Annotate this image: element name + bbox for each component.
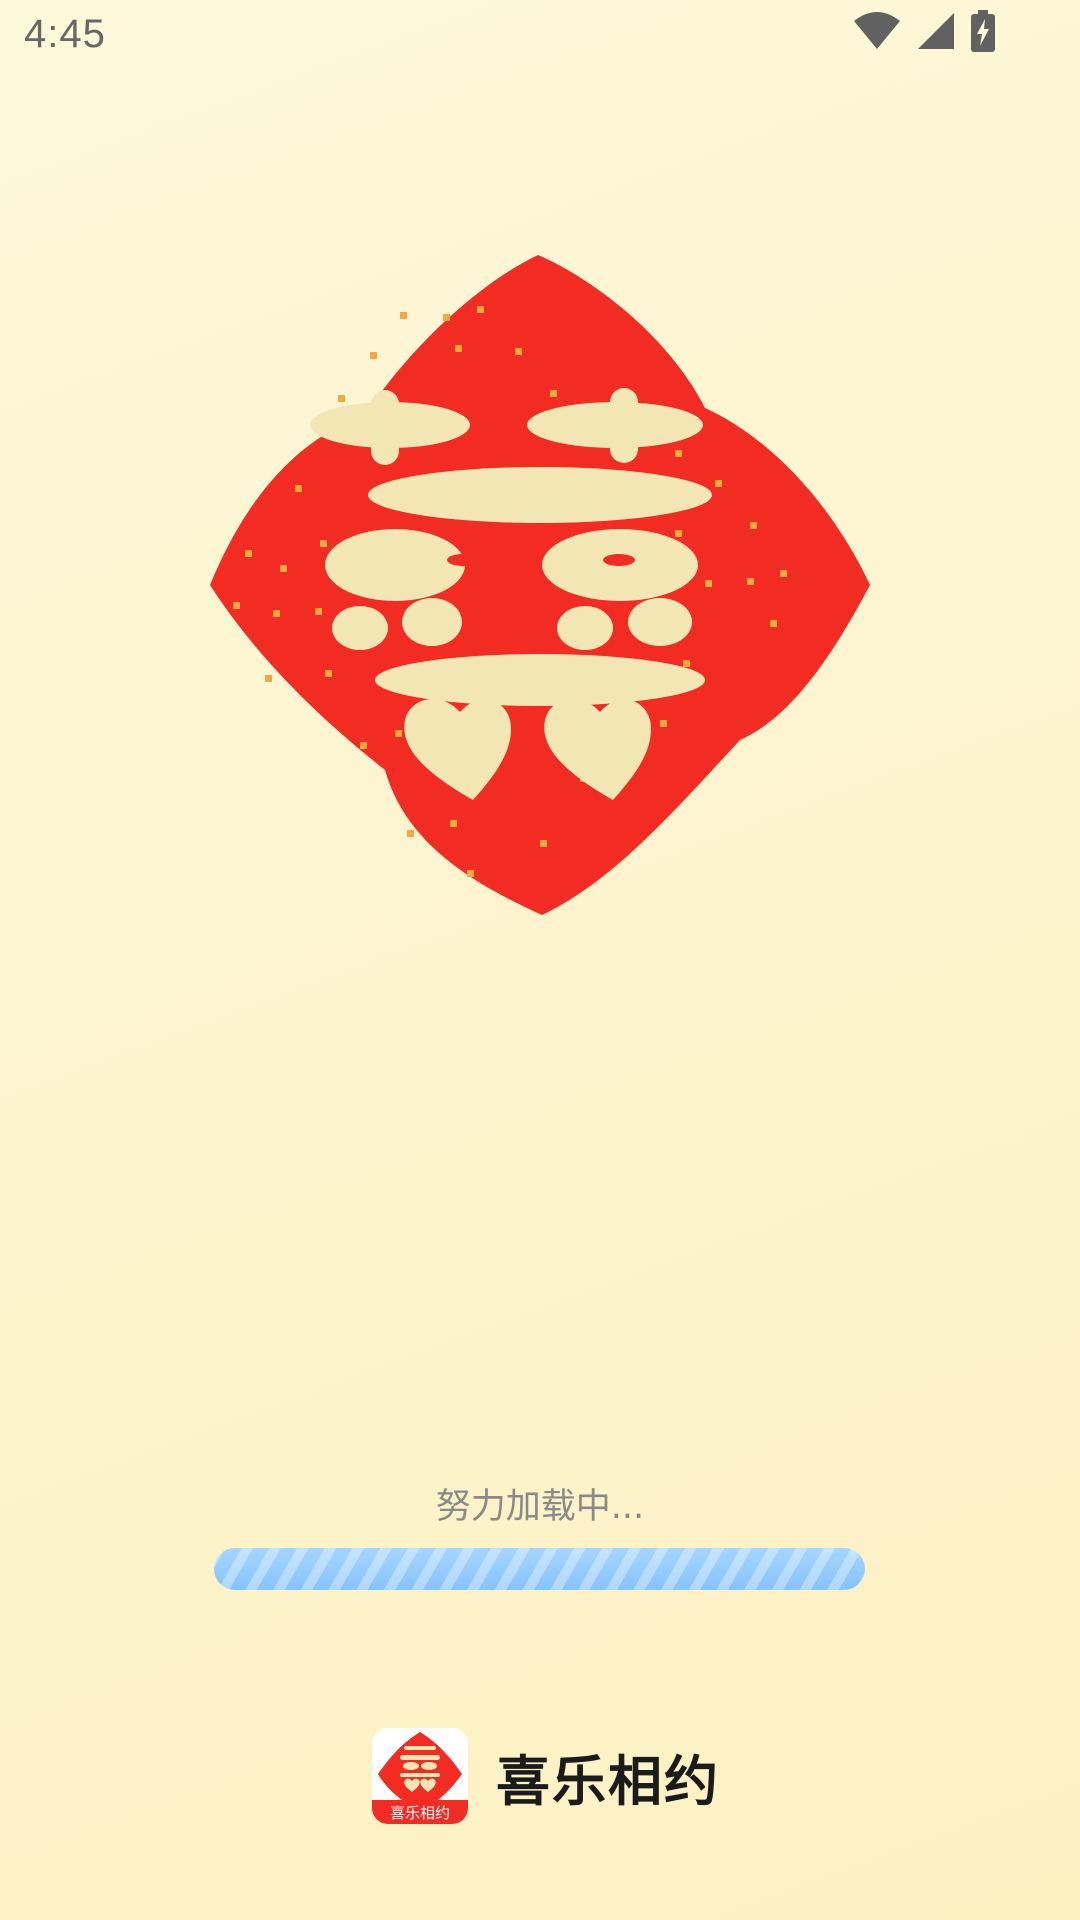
battery-charging-icon — [970, 10, 996, 52]
app-brand: 喜乐相约 喜乐相约 — [372, 1728, 720, 1824]
status-bar: 4:45 — [0, 0, 1080, 76]
status-time: 4:45 — [24, 12, 106, 56]
status-icons — [852, 10, 996, 52]
loading-progress-fill — [214, 1548, 865, 1590]
loading-progress-bar — [214, 1548, 865, 1590]
double-happiness-emblem-icon — [205, 250, 875, 920]
wifi-icon — [852, 11, 902, 51]
app-logo-text: 喜乐相约 — [390, 1804, 450, 1822]
app-name: 喜乐相约 — [496, 1749, 720, 1813]
loading-text: 努力加载中... — [435, 1487, 645, 1527]
cellular-signal-icon — [916, 11, 956, 51]
app-logo-icon: 喜乐相约 — [372, 1728, 468, 1824]
